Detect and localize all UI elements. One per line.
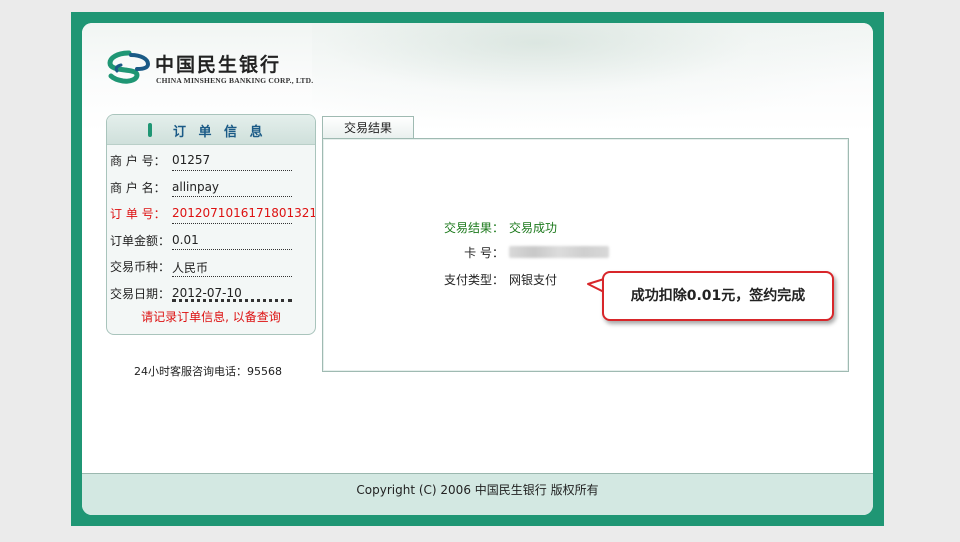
result-row-label: 支付类型： bbox=[443, 273, 504, 287]
bank-name-cn: 中国民生银行 bbox=[155, 54, 282, 76]
header-background bbox=[312, 23, 873, 123]
footer-copyright: Copyright (C) 2006 中国民生银行 版权所有 bbox=[82, 473, 873, 515]
result-row-label: 交易结果： bbox=[443, 221, 504, 235]
order-row-value: 0.01 bbox=[172, 232, 199, 247]
order-row-merchant-name: 商 户 名： allinpay bbox=[107, 172, 315, 199]
page-frame: 中国民生银行 CHINA MINSHENG BANKING CORP., LTD… bbox=[71, 12, 884, 526]
order-row-label: 商 户 号： bbox=[110, 154, 166, 168]
order-row-value: 20120710161718013218 bbox=[172, 206, 316, 221]
order-row-value: 人民币 bbox=[172, 261, 209, 276]
page-content: 中国民生银行 CHINA MINSHENG BANKING CORP., LTD… bbox=[82, 23, 873, 515]
order-info-list: 商 户 号： 01257 商 户 名： allinpay 订 单 号： 2012… bbox=[107, 145, 315, 305]
blurred-card-number bbox=[509, 246, 609, 258]
order-row-label: 交易日期： bbox=[110, 286, 171, 301]
order-row-amount: 订单金额： 0.01 bbox=[107, 225, 315, 252]
success-callout: 成功扣除0.01元，签约完成 bbox=[602, 271, 834, 321]
order-info-header: 订 单 信 息 bbox=[107, 115, 315, 145]
dotted-divider bbox=[172, 169, 292, 171]
order-record-note: 请记录订单信息, 以备查询 bbox=[141, 310, 281, 324]
dotted-divider bbox=[172, 298, 292, 302]
order-info-title: 订 单 信 息 bbox=[173, 125, 267, 140]
minsheng-logo-icon bbox=[107, 50, 151, 84]
result-row-value: 网银支付 bbox=[509, 273, 558, 287]
dotted-divider bbox=[172, 275, 292, 277]
order-row-label: 订 单 号： bbox=[110, 207, 166, 222]
order-row-merchant-id: 商 户 号： 01257 bbox=[107, 145, 315, 172]
dotted-divider bbox=[172, 249, 292, 251]
service-hotline: 24小时客服咨询电话：95568 bbox=[134, 365, 282, 378]
card-number-redacted bbox=[509, 244, 609, 261]
result-row-value: 交易成功 bbox=[509, 221, 558, 235]
order-info-panel: 订 单 信 息 商 户 号： 01257 商 户 名： allinpay 订 单… bbox=[106, 114, 316, 335]
result-row-label: 卡 号： bbox=[464, 246, 504, 260]
order-row-value: 01257 bbox=[172, 153, 211, 167]
order-row-label: 商 户 名： bbox=[110, 180, 166, 195]
order-row-date: 交易日期： 2012-07-10 bbox=[107, 278, 315, 305]
result-row-card-number: 卡 号： bbox=[323, 244, 848, 264]
order-row-value: allinpay bbox=[172, 179, 220, 194]
dotted-divider bbox=[172, 222, 292, 224]
bank-name-en: CHINA MINSHENG BANKING CORP., LTD. bbox=[156, 76, 314, 85]
result-row-status: 交易结果： 交易成功 bbox=[323, 219, 848, 239]
order-row-order-number: 订 单 号： 20120710161718013218 bbox=[107, 198, 315, 225]
tab-transaction-result[interactable]: 交易结果 bbox=[322, 116, 414, 139]
header-bar-icon bbox=[148, 123, 152, 137]
dotted-divider bbox=[172, 196, 292, 198]
transaction-result-panel: 交易结果： 交易成功 卡 号： 支付类型： 网银支付 bbox=[322, 138, 849, 372]
order-row-label: 订单金额： bbox=[110, 233, 171, 248]
order-row-label: 交易币种： bbox=[110, 260, 171, 275]
bank-logo: 中国民生银行 CHINA MINSHENG BANKING CORP., LTD… bbox=[107, 50, 327, 90]
order-row-currency: 交易币种： 人民币 bbox=[107, 251, 315, 278]
